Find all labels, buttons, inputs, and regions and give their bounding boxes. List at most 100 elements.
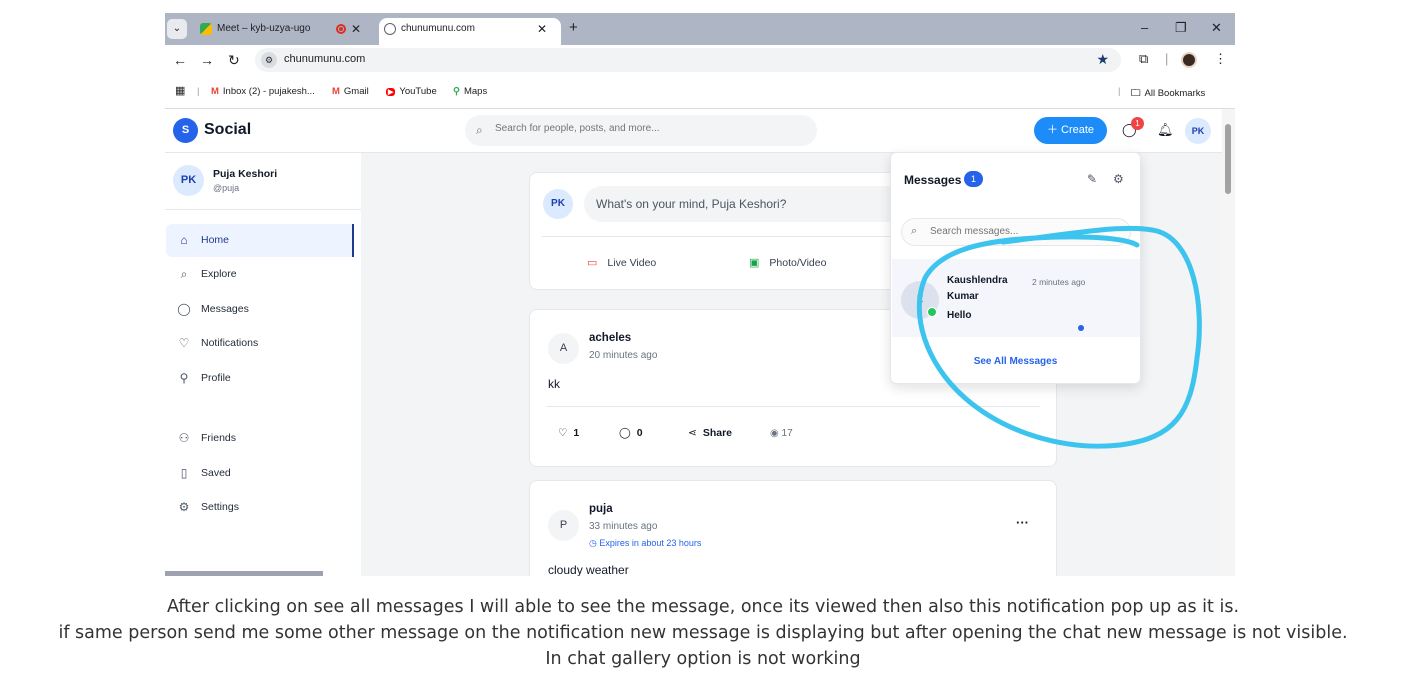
bookmark-separator: |: [197, 86, 200, 97]
sidebar-item-label: Notifications: [201, 337, 259, 349]
profile-handle: @puja: [213, 183, 240, 193]
minimize-button[interactable]: –: [1141, 20, 1148, 35]
bookmark-icon: ▯: [180, 466, 188, 480]
view-count-value: 17: [781, 428, 793, 439]
action-label: Live Video: [607, 257, 657, 269]
message-count-badge: 1: [1131, 117, 1144, 130]
sidebar-item-notifications[interactable]: ♡ Notifications: [166, 327, 354, 360]
bookmark-label: Inbox (2) - pujakesh...: [222, 86, 315, 97]
caption-line: After clicking on see all messages I wil…: [166, 597, 1240, 617]
sidebar-item-profile[interactable]: ⚲ Profile: [166, 362, 354, 395]
conversation-name: Kaushlendra Kumar: [947, 275, 1008, 302]
post-body: cloudy weather: [548, 563, 629, 576]
sidebar-item-messages[interactable]: ◯ Messages: [166, 293, 354, 326]
gear-icon[interactable]: ⚙: [1113, 172, 1124, 186]
search-icon: ⌕: [911, 225, 918, 237]
heart-icon: ♡: [178, 336, 190, 350]
url-field[interactable]: ⚙ chunumunu.com ★: [255, 48, 1121, 72]
composer-input[interactable]: What's on your mind, Puja Keshori?: [584, 186, 914, 222]
image-icon: ▣: [749, 257, 760, 269]
message-search-input[interactable]: [930, 226, 1120, 237]
sidebar-profile[interactable]: PK Puja Keshori @puja: [165, 153, 361, 210]
close-tab-icon[interactable]: ✕: [537, 18, 547, 40]
kebab-menu-icon[interactable]: ⋮: [1214, 51, 1227, 67]
comment-icon: ◯: [619, 427, 631, 439]
gmail-icon: M: [332, 86, 340, 97]
recording-icon: [336, 24, 346, 34]
browser-screenshot: ⌄ Meet – kyb-uzya-ugo ✕ chunumunu.com ✕ …: [165, 13, 1235, 576]
live-video-button[interactable]: ▭ Live Video: [587, 256, 656, 269]
action-label: Photo/Video: [769, 257, 827, 269]
issue-caption: After clicking on see all messages I wil…: [0, 594, 1406, 672]
bookmark-maps[interactable]: ⚲ Maps: [453, 86, 487, 97]
caption-line: In chat gallery option is not working: [545, 649, 861, 669]
bookmark-label: YouTube: [399, 86, 437, 97]
person-icon: ⚲: [179, 371, 189, 385]
search-icon: ⌕: [180, 267, 188, 281]
app-header: S Social ⌕ ＋ Create ◯ 1 🔔︎ PK: [165, 109, 1235, 153]
comment-button[interactable]: ◯ 0: [619, 427, 643, 439]
youtube-icon: ▶: [386, 88, 396, 96]
sidebar-item-saved[interactable]: ▯ Saved: [166, 457, 354, 490]
profile-name: Puja Keshori: [213, 168, 278, 180]
address-bar: ← → ↻ ⚙ chunumunu.com ★ ⧉ | ⋮: [165, 45, 1235, 75]
tab-meet[interactable]: Meet – kyb-uzya-ugo ✕: [195, 18, 375, 45]
create-label: Create: [1061, 124, 1095, 136]
bookmark-youtube[interactable]: ▶ YouTube: [386, 86, 437, 97]
conversation-item[interactable]: K Kaushlendra Kumar 2 minutes ago Hello: [892, 259, 1140, 337]
app-name[interactable]: Social: [204, 121, 251, 139]
expiry-label: ◷ Expires in about 23 hours: [589, 538, 701, 549]
extensions-icon[interactable]: ⧉: [1139, 51, 1148, 67]
bookmark-star-icon[interactable]: ★: [1096, 51, 1109, 68]
back-arrow-icon[interactable]: ←: [173, 52, 187, 68]
see-all-messages-link[interactable]: See All Messages: [891, 356, 1140, 367]
folder-icon: 🗀: [1131, 88, 1141, 99]
expiry-text: Expires in about 23 hours: [599, 538, 702, 548]
sidebar-item-home[interactable]: ⌂ Home: [166, 224, 354, 257]
post-username[interactable]: acheles: [589, 332, 631, 344]
message-search[interactable]: ⌕: [901, 218, 1131, 246]
like-button[interactable]: ♡ 1: [558, 427, 579, 439]
sidebar-item-label: Saved: [201, 467, 231, 479]
bookmark-gmail[interactable]: M Gmail: [332, 86, 369, 97]
restore-button[interactable]: ❐: [1175, 20, 1187, 36]
avatar[interactable]: PK: [1185, 118, 1211, 144]
chrome-profile-avatar[interactable]: [1181, 52, 1197, 68]
meet-icon: [200, 23, 212, 35]
create-button[interactable]: ＋ Create: [1034, 117, 1107, 144]
global-search[interactable]: ⌕: [465, 115, 817, 146]
post-username[interactable]: puja: [589, 503, 613, 515]
close-window-button[interactable]: ✕: [1211, 20, 1222, 36]
forward-arrow-icon[interactable]: →: [200, 52, 214, 68]
sidebar-item-explore[interactable]: ⌕ Explore: [166, 258, 354, 291]
photo-video-button[interactable]: ▣ Photo/Video: [749, 256, 826, 269]
scrollbar[interactable]: [1222, 109, 1235, 576]
post-time: 20 minutes ago: [589, 350, 658, 361]
tab-search-button[interactable]: ⌄: [167, 19, 187, 39]
apps-grid-icon[interactable]: ▦: [175, 84, 185, 97]
tab-label: chunumunu.com: [401, 23, 475, 34]
sidebar-item-label: Explore: [201, 268, 237, 280]
reload-icon[interactable]: ↻: [228, 52, 240, 69]
avatar[interactable]: P: [548, 510, 579, 541]
compose-icon[interactable]: ✎: [1087, 172, 1097, 186]
all-bookmarks[interactable]: 🗀 All Bookmarks: [1131, 86, 1205, 102]
new-tab-button[interactable]: +: [569, 19, 578, 36]
sidebar-item-label: Settings: [201, 501, 239, 513]
avatar[interactable]: A: [548, 333, 579, 364]
scrollbar-thumb[interactable]: [1225, 124, 1231, 194]
bookmark-inbox[interactable]: M Inbox (2) - pujakesh...: [211, 86, 315, 97]
bell-icon[interactable]: 🔔︎: [1157, 122, 1174, 138]
site-info-icon[interactable]: ⚙: [261, 52, 277, 68]
sidebar-item-label: Messages: [201, 303, 249, 315]
close-tab-icon[interactable]: ✕: [351, 18, 361, 40]
sidebar-item-friends[interactable]: ⚇ Friends: [166, 422, 354, 455]
status-url-strip: [165, 571, 323, 576]
online-indicator: [927, 307, 937, 317]
more-options-icon[interactable]: ···: [1016, 515, 1029, 530]
sidebar-item-settings[interactable]: ⚙ Settings: [166, 491, 354, 524]
share-button[interactable]: ⋖ Share: [688, 427, 732, 439]
search-input[interactable]: [495, 123, 795, 134]
logo-icon[interactable]: S: [173, 118, 198, 143]
tab-chunumunu[interactable]: chunumunu.com ✕: [379, 18, 561, 45]
